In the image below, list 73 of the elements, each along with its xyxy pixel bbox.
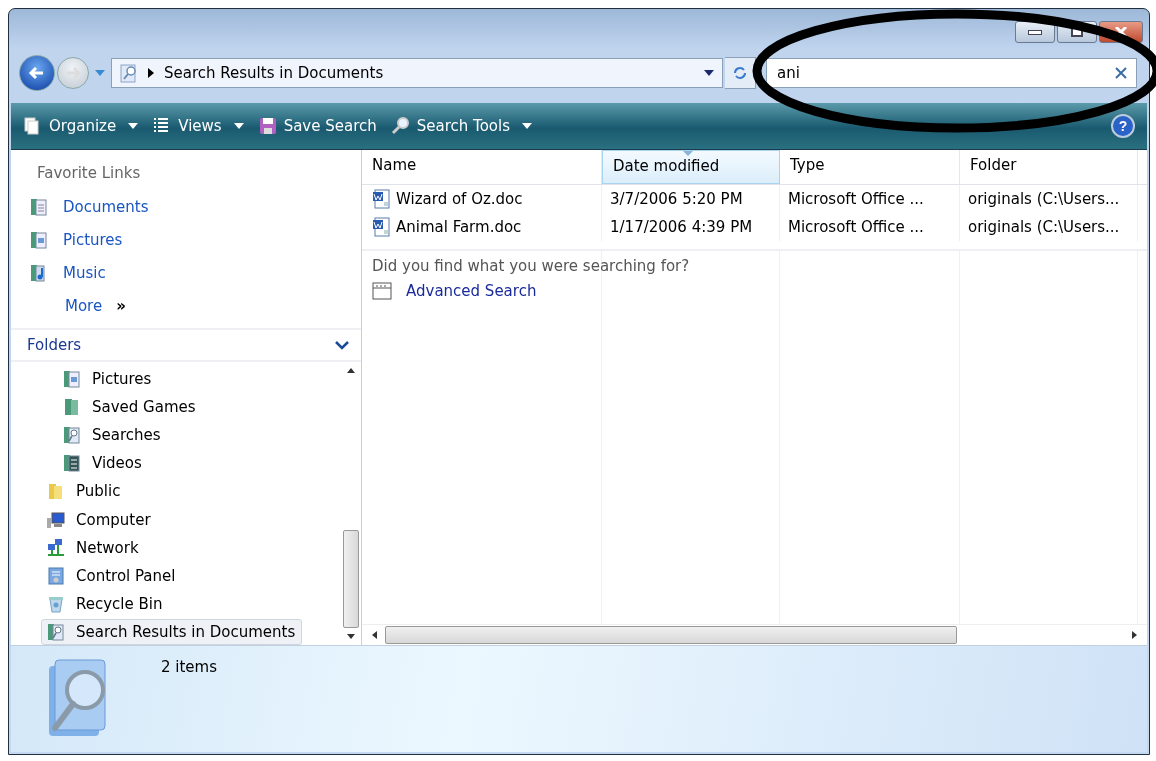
favorite-link[interactable]: Pictures (29, 223, 123, 256)
control-panel-icon (46, 565, 66, 586)
clear-icon[interactable] (1115, 67, 1127, 79)
folder-tree-item[interactable]: Searches (57, 422, 168, 449)
more-link[interactable]: More » (29, 289, 126, 322)
search-folder-icon (120, 63, 138, 83)
scrollbar-thumb[interactable] (385, 626, 957, 644)
table-cell: originals (C:\Users... (960, 213, 1138, 241)
file-name[interactable]: Wizard of Oz.doc (362, 185, 602, 213)
folder-tree-item[interactable]: Computer (41, 506, 158, 533)
column-header[interactable]: Date modified (602, 150, 780, 184)
computer-icon (46, 509, 66, 530)
refresh-button[interactable] (725, 57, 756, 89)
dropdown-caret-icon[interactable] (704, 70, 714, 76)
item-count: 2 items (161, 658, 217, 676)
minimize-icon (1028, 29, 1042, 35)
refresh-icon (732, 65, 748, 81)
advanced-search-link[interactable]: Advanced Search (372, 281, 537, 301)
search-field[interactable]: ani (766, 58, 1137, 88)
back-button[interactable] (19, 55, 55, 91)
folder-tree-item[interactable]: Recycle Bin (41, 590, 170, 617)
address-path[interactable]: Search Results in Documents (164, 64, 694, 82)
videos-library-icon (62, 453, 82, 474)
folders-heading[interactable]: Folders (27, 336, 82, 354)
folder-tree-item[interactable]: Network (41, 534, 146, 561)
folder-tree-item[interactable]: Public (41, 478, 128, 505)
caret-icon[interactable] (522, 123, 532, 129)
section-heading: Favorite Links (37, 164, 141, 182)
documents-library-icon (29, 196, 49, 217)
search-folder-icon (46, 621, 66, 642)
search-prompt: Did you find what you were searching for? (372, 257, 690, 275)
pictures-library-icon (62, 369, 82, 390)
word-document-icon (372, 189, 392, 209)
toolbar-button[interactable]: Views (152, 116, 244, 136)
scroll-left-icon[interactable] (372, 631, 377, 639)
breadcrumb-arrow-icon[interactable] (148, 68, 154, 78)
table-cell: Microsoft Office ... (780, 213, 960, 241)
scroll-down-icon[interactable] (347, 634, 355, 639)
favorite-link[interactable]: Documents (29, 190, 149, 223)
address-bar[interactable]: Search Results in Documents (111, 58, 723, 88)
caret-icon[interactable] (233, 123, 244, 129)
maximize-icon (1071, 27, 1083, 37)
folder-tree-item[interactable]: Pictures (57, 366, 159, 393)
help-button[interactable]: ? (1111, 114, 1135, 138)
column-header[interactable]: Folder (960, 150, 1138, 184)
toolbar-button[interactable]: Organize (23, 116, 139, 136)
close-icon (1115, 27, 1127, 37)
form-icon (372, 281, 392, 301)
table-cell: originals (C:\Users... (960, 185, 1138, 213)
folder-tree-item[interactable]: Control Panel (41, 562, 183, 589)
column-header[interactable]: Type (780, 150, 960, 184)
toolbar-button[interactable]: Search Tools (390, 116, 532, 136)
chevron-icon[interactable] (335, 340, 349, 350)
scroll-right-icon[interactable] (1132, 631, 1137, 639)
file-name[interactable]: Animal Farm.doc (362, 213, 602, 241)
network-icon (46, 537, 66, 558)
table-cell: 3/7/2006 5:20 PM (602, 185, 780, 213)
folder-tree-item[interactable]: Search Results in Documents (41, 618, 303, 645)
scroll-up-icon[interactable] (347, 368, 355, 373)
pictures-library-icon (29, 229, 49, 250)
table-cell: Microsoft Office ... (780, 185, 960, 213)
search-folder-icon (62, 425, 82, 446)
toolbar-button[interactable]: Save Search (257, 116, 377, 136)
table-cell: 1/17/2006 4:39 PM (602, 213, 780, 241)
caret-icon[interactable] (128, 123, 139, 129)
sort-arrow-icon (683, 151, 693, 156)
word-document-icon (372, 217, 392, 237)
search-icon (390, 116, 411, 136)
folder-tree-item[interactable]: Saved Games (57, 394, 203, 421)
scrollbar-thumb[interactable] (343, 530, 359, 628)
horizontal-scrollbar[interactable] (362, 624, 1147, 645)
favorite-link[interactable]: Music (29, 256, 106, 289)
folder-tree-item[interactable]: Videos (57, 450, 149, 477)
